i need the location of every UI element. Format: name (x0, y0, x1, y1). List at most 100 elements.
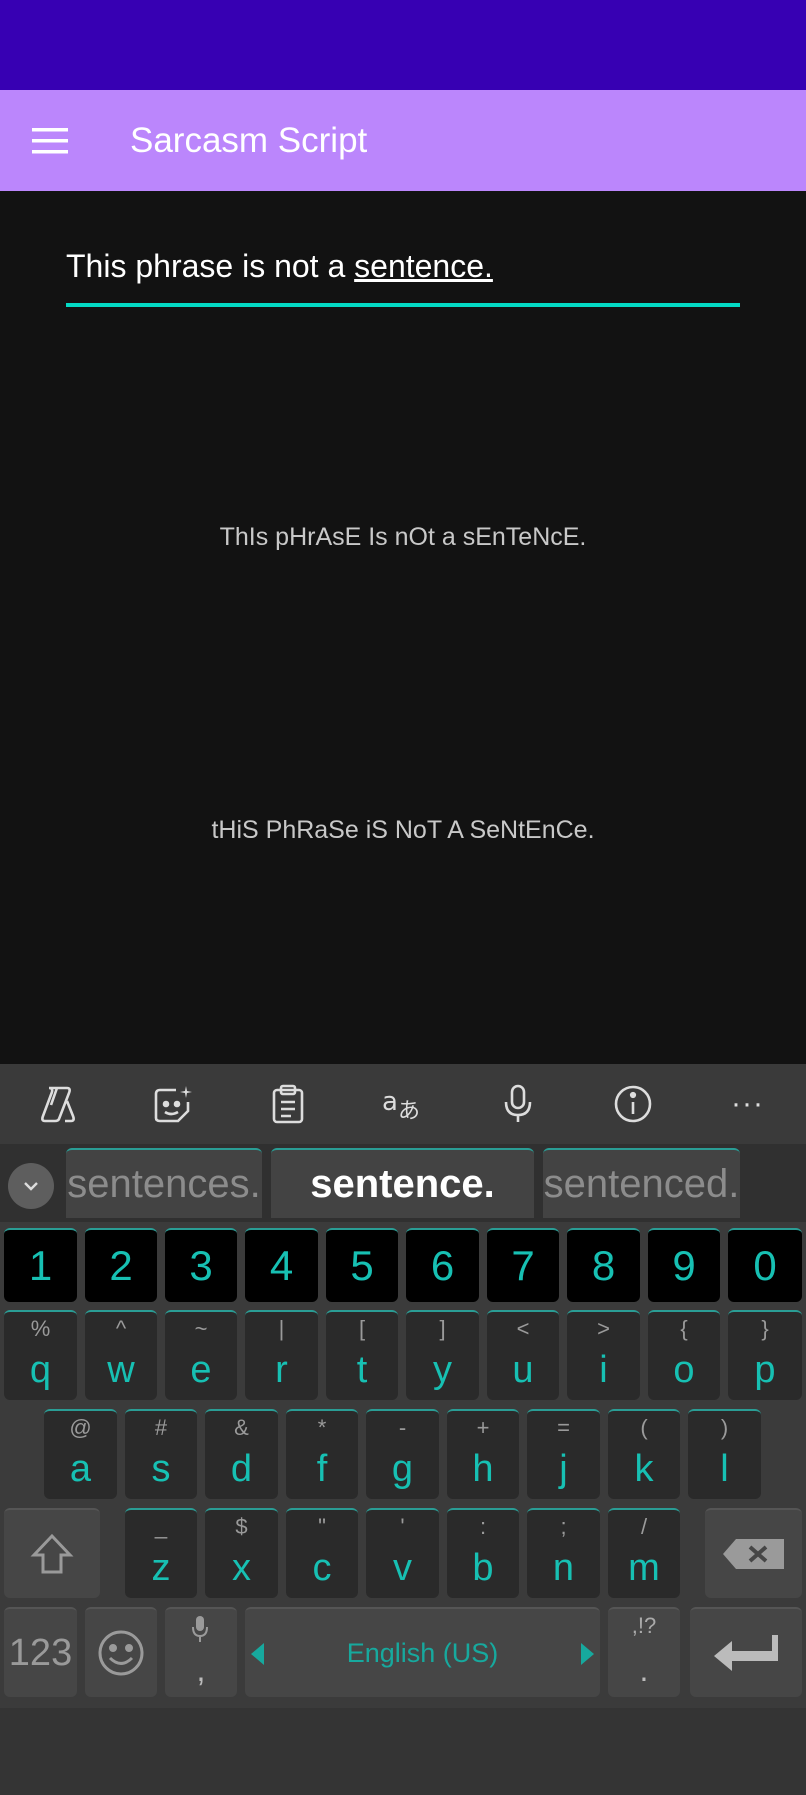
key-u-label: u (512, 1349, 534, 1391)
more-icon[interactable]: ··· (690, 1064, 805, 1144)
key-e[interactable]: ~ e (165, 1310, 237, 1400)
result-text-2: tHiS PhRaSe iS NoT A SeNtEnCe. (211, 816, 595, 844)
backspace-icon (722, 1539, 784, 1569)
shift-key[interactable] (4, 1508, 100, 1598)
phrase-input[interactable]: This phrase is not a sentence. (66, 241, 740, 307)
enter-key[interactable] (690, 1607, 802, 1697)
key-d[interactable]: & d (205, 1409, 278, 1499)
key-b-label: b (472, 1547, 494, 1589)
key-v[interactable]: ' v (366, 1508, 439, 1598)
period-key[interactable]: ,!? . (608, 1607, 680, 1697)
key-0[interactable]: 0 (728, 1228, 802, 1302)
key-m[interactable]: / m (608, 1508, 680, 1598)
copilot-icon[interactable] (0, 1064, 115, 1144)
key-f-label: f (316, 1448, 328, 1490)
key-t[interactable]: [t (326, 1310, 398, 1400)
key-1[interactable]: 1 (4, 1228, 77, 1302)
key-c-alt: " (318, 1514, 326, 1539)
key-o[interactable]: {o (648, 1310, 720, 1400)
key-g-label: g (391, 1448, 414, 1490)
key-q-label: q (29, 1349, 52, 1391)
key-2[interactable]: 2 (85, 1228, 157, 1302)
suggestion-left[interactable]: sentences. (66, 1148, 262, 1218)
key-q[interactable]: % q (4, 1310, 77, 1400)
key-v-label: v (393, 1547, 412, 1589)
keyboard-toolbar: aあ ··· (0, 1064, 806, 1144)
key-3[interactable]: 3 (165, 1228, 237, 1302)
key-e-alt: ~ (194, 1316, 208, 1341)
key-i-alt: > (597, 1316, 610, 1341)
key-k[interactable]: (k (608, 1409, 680, 1499)
backspace-key[interactable] (705, 1508, 802, 1598)
key-m-label: m (628, 1547, 660, 1589)
key-h[interactable]: + h (447, 1409, 519, 1499)
key-l[interactable]: ) l (688, 1409, 761, 1499)
key-u[interactable]: < u (487, 1310, 559, 1400)
key-5[interactable]: 5 (326, 1228, 398, 1302)
key-h-label: h (472, 1448, 494, 1490)
symbols-key[interactable]: 123 (4, 1607, 77, 1697)
key-g-alt: - (398, 1415, 407, 1440)
suggestion-center[interactable]: sentence. (271, 1148, 534, 1218)
app-bar: Sarcasm Script (0, 90, 806, 191)
key-d-alt: & (234, 1415, 249, 1440)
key-v-alt: ' (400, 1514, 405, 1539)
key-x-alt: $ (235, 1514, 248, 1539)
key-8[interactable]: 8 (567, 1228, 640, 1302)
key-x[interactable]: $ x (205, 1508, 278, 1598)
key-b[interactable]: :b (447, 1508, 519, 1598)
key-r-label: r (275, 1349, 288, 1391)
key-c[interactable]: " c (286, 1508, 358, 1598)
key-z-alt: _ (154, 1514, 168, 1539)
key-g[interactable]: -g (366, 1409, 439, 1499)
sticker-icon[interactable] (115, 1064, 230, 1144)
key-p-alt: } (761, 1316, 769, 1341)
menu-icon[interactable] (0, 90, 100, 191)
result-text-1: ThIs pHrAsE Is nOt a sEnTeNcE. (219, 523, 587, 551)
key-i[interactable]: > i (567, 1310, 640, 1400)
key-y[interactable]: ] y (406, 1310, 479, 1400)
key-7[interactable]: 7 (487, 1228, 559, 1302)
key-f[interactable]: * f (286, 1409, 358, 1499)
key-w-label: w (107, 1349, 135, 1391)
space-bar-label: English (US) (346, 1637, 499, 1668)
key-b-alt: : (479, 1514, 487, 1539)
key-w[interactable]: ^ w (85, 1310, 157, 1400)
key-n-alt: ; (560, 1514, 567, 1539)
language-prev-icon (251, 1643, 264, 1665)
suggestion-right[interactable]: sentenced. (543, 1148, 740, 1218)
key-k-label: k (634, 1448, 654, 1490)
key-9[interactable]: 9 (648, 1228, 720, 1302)
key-c-label: c (312, 1547, 332, 1589)
suggestion-strip: sentences. sentence. sentenced. (0, 1144, 806, 1222)
space-bar[interactable]: English (US) (245, 1607, 600, 1697)
svg-text:あ: あ (398, 1099, 420, 1122)
key-j[interactable]: = j (527, 1409, 600, 1499)
key-j-label: j (559, 1448, 568, 1490)
emoji-key[interactable] (85, 1607, 157, 1697)
microphone-icon[interactable] (460, 1064, 575, 1144)
key-6[interactable]: 6 (406, 1228, 479, 1302)
input-text-before: This phrase is not a (66, 248, 355, 284)
key-p[interactable]: } p (728, 1310, 802, 1400)
clipboard-icon[interactable] (230, 1064, 345, 1144)
key-r[interactable]: | r (245, 1310, 318, 1400)
comma-key[interactable]: , (165, 1607, 237, 1697)
chevron-down-icon[interactable] (8, 1163, 54, 1209)
main-content: This phrase is not a sentence. ThIs pHrA… (0, 191, 806, 1064)
key-n-label: n (552, 1547, 575, 1589)
more-dots: ··· (731, 1087, 764, 1120)
input-composing-word: sentence. (354, 248, 493, 284)
key-z[interactable]: _ z (125, 1508, 197, 1598)
key-n[interactable]: ; n (527, 1508, 600, 1598)
key-s-label: s (151, 1448, 171, 1490)
translate-icon[interactable]: aあ (345, 1064, 460, 1144)
key-l-label: l (720, 1448, 729, 1490)
key-a[interactable]: @ a (44, 1409, 117, 1499)
key-o-label: o (673, 1349, 695, 1391)
key-s[interactable]: # s (125, 1409, 197, 1499)
key-4[interactable]: 4 (245, 1228, 318, 1302)
key-w-alt: ^ (115, 1316, 127, 1341)
info-icon[interactable] (575, 1064, 690, 1144)
navigation-bar (0, 1708, 806, 1795)
